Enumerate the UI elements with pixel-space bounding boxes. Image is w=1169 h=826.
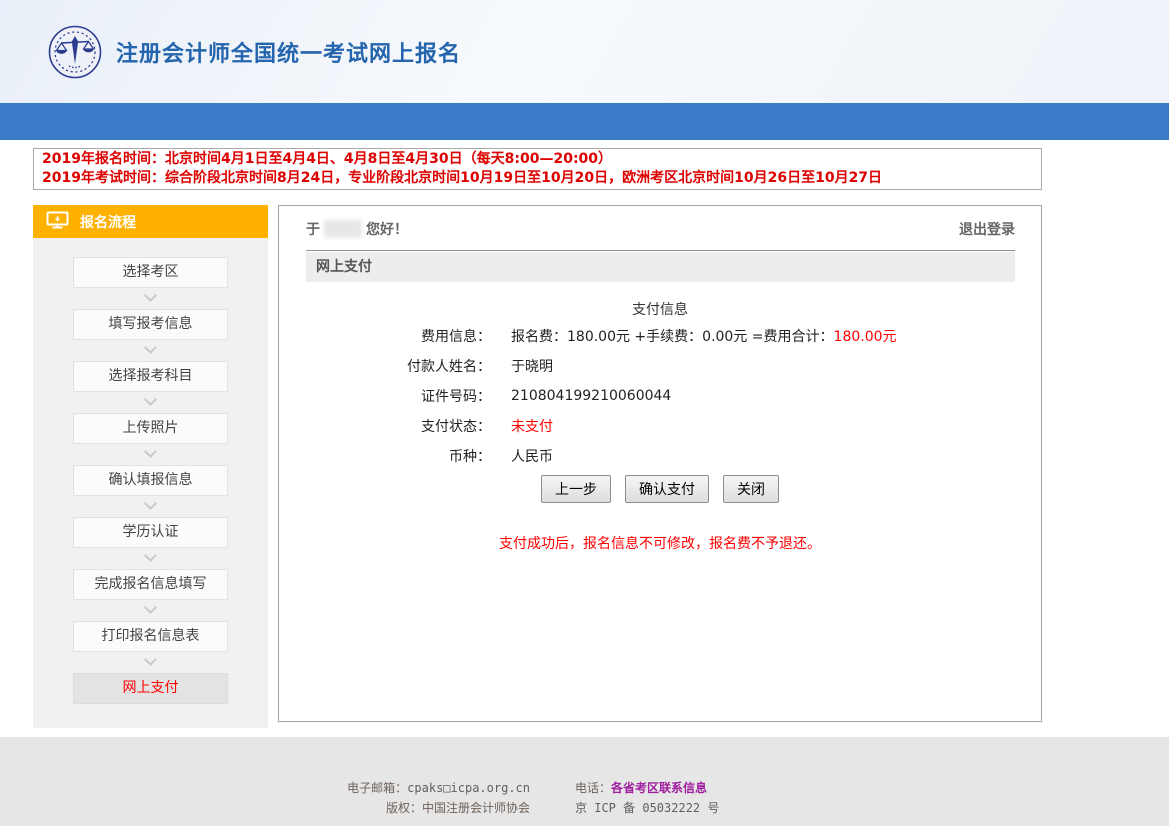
chevron-down-icon (144, 549, 157, 562)
id-number-row: 证件号码： 210804199210060044 (279, 381, 1041, 411)
step-arrow (33, 600, 268, 621)
payer-name-row: 付款人姓名： 于晓明 (279, 351, 1041, 381)
payer-name-label: 付款人姓名： (279, 356, 491, 376)
greeting-prefix: 于 (306, 219, 320, 239)
logout-link[interactable]: 退出登录 (959, 219, 1015, 239)
step-confirm-info[interactable]: 确认填报信息 (73, 465, 228, 496)
footer-copyright: 版权：中国注册会计师协会 (280, 799, 530, 817)
monitor-icon (46, 211, 69, 233)
payment-status-row: 支付状态： 未支付 (279, 411, 1041, 441)
step-complete-registration[interactable]: 完成报名信息填写 (73, 569, 228, 600)
chevron-down-icon (144, 445, 157, 458)
id-number-value: 210804199210060044 (511, 388, 671, 404)
fee-info-value: 报名费：180.00元 +手续费：0.00元 =费用合计：180.00元 (511, 326, 897, 346)
action-buttons: 上一步 确认支付 关闭 (279, 475, 1041, 503)
chevron-down-icon (144, 497, 157, 510)
step-arrow (33, 340, 268, 361)
confirm-payment-button[interactable]: 确认支付 (625, 475, 709, 503)
payment-panel: 于 您好！ 退出登录 网上支付 支付信息 费用信息： 报名费：180.00元 +… (278, 205, 1042, 722)
footer-phone: 电话：各省考区联系信息 (575, 779, 905, 797)
site-header: 注册会计师全国统一考试网上报名 (0, 0, 1169, 103)
step-education-certification[interactable]: 学历认证 (73, 517, 228, 548)
exam-time-line: 2019年考试时间：综合阶段北京时间8月24日，专业阶段北京时间10月19日至1… (42, 169, 1033, 188)
footer-email: 电子邮箱：cpaks□icpa.org.cn (280, 779, 530, 797)
step-arrow (33, 444, 268, 465)
step-arrow (33, 496, 268, 517)
chevron-down-icon (144, 341, 157, 354)
payer-name-value: 于晓明 (511, 356, 553, 376)
chevron-down-icon (144, 601, 157, 614)
id-number-label: 证件号码： (279, 386, 491, 406)
close-button[interactable]: 关闭 (723, 475, 779, 503)
payment-status-label: 支付状态： (279, 416, 491, 436)
steps-list: 选择考区 填写报考信息 选择报考科目 上传照片 确认填报信息 学历认证 完成报名… (33, 238, 268, 704)
chevron-down-icon (144, 289, 157, 302)
copyright-label: 版权： (386, 801, 422, 815)
masked-username (324, 220, 362, 238)
chevron-down-icon (144, 653, 157, 666)
greeting-bar: 于 您好！ 退出登录 (279, 206, 1041, 250)
phone-label: 电话： (575, 781, 611, 795)
fee-total-red: 180.00元 (834, 329, 897, 345)
site-footer: 电子邮箱：cpaks□icpa.org.cn 电话：各省考区联系信息 版权：中国… (0, 737, 1169, 826)
icp-record-number: 京 ICP 备 05032222 号 (575, 799, 905, 817)
currency-row: 币种： 人民币 (279, 441, 1041, 471)
chevron-down-icon (144, 393, 157, 406)
sidebar-title: 报名流程 (80, 212, 136, 232)
user-greeting: 于 您好！ (306, 219, 408, 239)
registration-time-line: 2019年报名时间：北京时间4月1日至4月4日、4月8日至4月30日（每天8:0… (42, 150, 1033, 169)
top-blue-bar (0, 103, 1169, 140)
step-fill-registration-info[interactable]: 填写报考信息 (73, 309, 228, 340)
registration-steps-sidebar: 报名流程 选择考区 填写报考信息 选择报考科目 上传照片 确认填报信息 学历认证… (33, 205, 268, 728)
email-value: cpaks□icpa.org.cn (407, 781, 530, 795)
step-select-exam-area[interactable]: 选择考区 (73, 257, 228, 288)
copyright-value: 中国注册会计师协会 (422, 801, 530, 815)
previous-step-button[interactable]: 上一步 (541, 475, 611, 503)
step-select-subjects[interactable]: 选择报考科目 (73, 361, 228, 392)
step-online-payment[interactable]: 网上支付 (73, 673, 228, 704)
payment-details: 费用信息： 报名费：180.00元 +手续费：0.00元 =费用合计：180.0… (279, 321, 1041, 471)
sidebar-header: 报名流程 (33, 205, 268, 238)
divider (306, 250, 1015, 251)
fee-info-row: 费用信息： 报名费：180.00元 +手续费：0.00元 =费用合计：180.0… (279, 321, 1041, 351)
step-print-registration-form[interactable]: 打印报名信息表 (73, 621, 228, 652)
cicpa-logo (48, 25, 102, 79)
fee-info-label: 费用信息： (279, 326, 491, 346)
page-title: 注册会计师全国统一考试网上报名 (116, 36, 461, 68)
step-arrow (33, 548, 268, 569)
section-title-online-payment: 网上支付 (306, 252, 1015, 282)
step-arrow (33, 652, 268, 673)
currency-value: 人民币 (511, 446, 553, 466)
step-arrow (33, 288, 268, 309)
exam-schedule-notice: 2019年报名时间：北京时间4月1日至4月4日、4月8日至4月30日（每天8:0… (33, 148, 1042, 190)
payment-status-value: 未支付 (511, 416, 553, 436)
exam-area-contact-link[interactable]: 各省考区联系信息 (611, 781, 707, 795)
greeting-suffix: 您好！ (366, 219, 408, 239)
no-refund-warning: 支付成功后，报名信息不可修改，报名费不予退还。 (279, 533, 1041, 553)
step-arrow (33, 392, 268, 413)
currency-label: 币种： (279, 446, 491, 466)
step-upload-photo[interactable]: 上传照片 (73, 413, 228, 444)
email-label: 电子邮箱： (347, 781, 407, 795)
payment-info-title: 支付信息 (279, 299, 1041, 319)
